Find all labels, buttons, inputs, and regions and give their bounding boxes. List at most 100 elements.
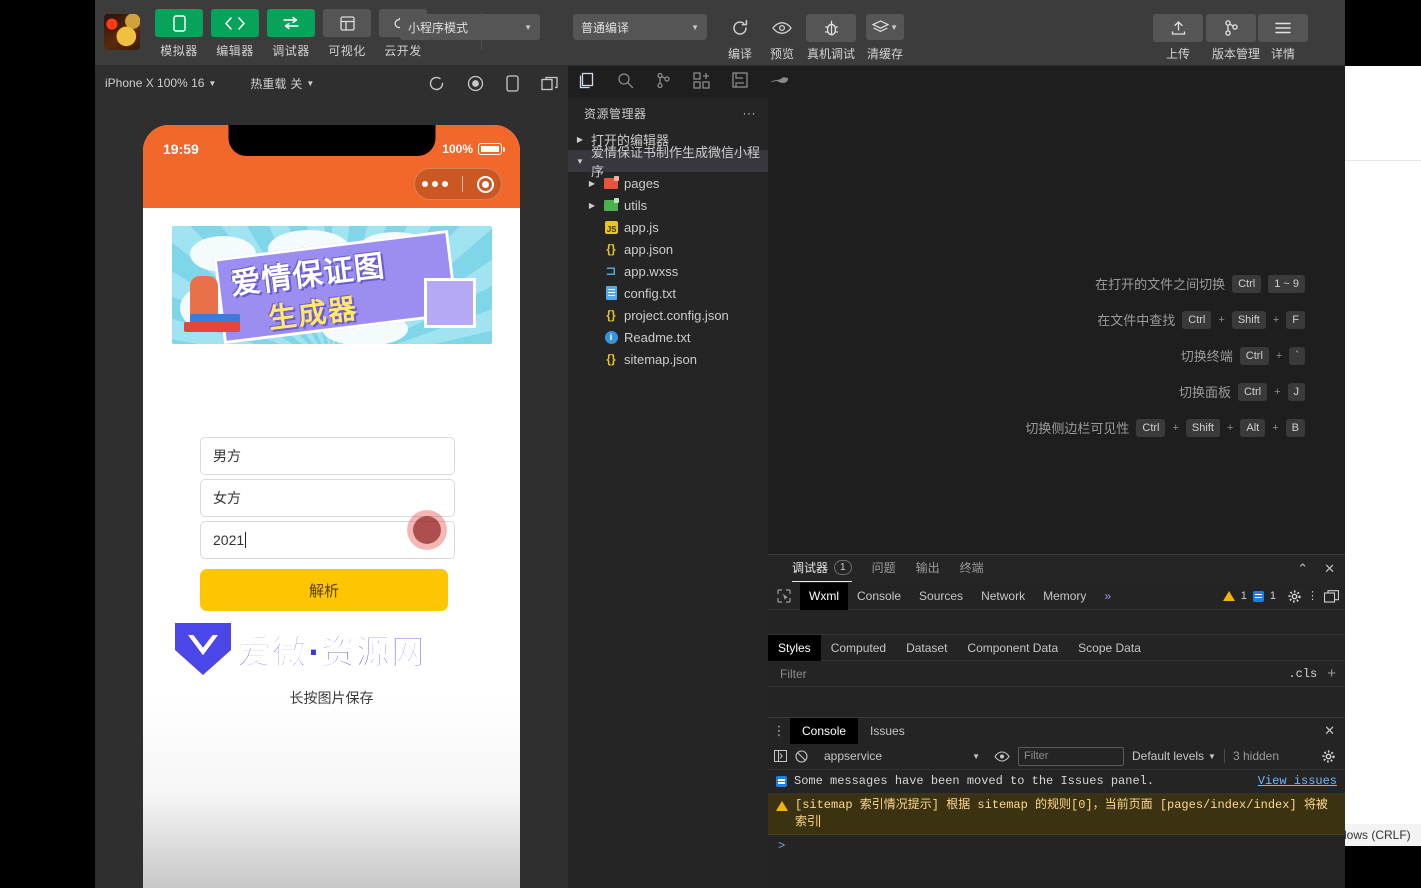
tree-item-app-wxss[interactable]: ▶ ⊐ app.wxss [568, 260, 768, 282]
devtools-tab-sources[interactable]: Sources [910, 583, 972, 610]
devtools-tab-memory[interactable]: Memory [1034, 583, 1095, 610]
console-sidebar-toggle-icon[interactable] [774, 750, 787, 762]
styles-filter-row: Filter .cls + [768, 661, 1345, 687]
inspect-element-icon[interactable] [768, 589, 800, 603]
devtools-tab-console[interactable]: Console [848, 583, 910, 610]
eye-icon [772, 22, 792, 34]
styles-filter-input[interactable]: Filter [780, 667, 807, 681]
explorer-more-icon[interactable]: ··· [743, 106, 757, 120]
hot-reload-select[interactable]: 热重载 关 ▼ [250, 75, 314, 92]
tree-item-sitemap-json[interactable]: ▶ {} sitemap.json [568, 348, 768, 370]
clear-console-icon[interactable] [795, 749, 808, 763]
detach-icon[interactable] [541, 76, 558, 91]
toolbar-label: 云开发 [384, 44, 422, 58]
battery-percent: 100% [442, 142, 473, 156]
explorer-panel: 资源管理器 ··· ▶ 打开的编辑器 ▼ 爱情保证书制作生成微信小程序 ▶ pa… [568, 98, 768, 888]
search-icon[interactable] [617, 72, 634, 89]
refresh-icon[interactable] [428, 75, 445, 92]
console-eye-icon[interactable] [994, 750, 1010, 762]
toolbar-main-buttons: 模拟器 编辑器 调试器 可视化 云开发 [155, 9, 427, 59]
extensions-icon[interactable] [693, 71, 710, 89]
info-file-icon: i [603, 329, 619, 345]
toolbar-button-simulator[interactable]: 模拟器 [155, 9, 203, 59]
wechat-capsule-buttons[interactable] [414, 168, 502, 200]
user-avatar[interactable] [104, 14, 140, 50]
parse-button[interactable]: 解析 [200, 569, 448, 611]
female-name-input[interactable]: 女方 [200, 479, 455, 517]
console-context-select[interactable]: appservice ▼ [816, 749, 986, 763]
info-icon[interactable] [1252, 590, 1264, 602]
styles-tab-scope-data[interactable]: Scope Data [1068, 635, 1151, 661]
more-menu-icon[interactable] [422, 181, 448, 187]
phone-simulator[interactable]: 19:59 100% 爱情保证图 生成器 男方 女方 2021 解析 爱微·资源… [143, 125, 520, 888]
top-toolbar: 模拟器 编辑器 调试器 可视化 云开发 小程序模式 ▼ 普通编译 ▼ 编译 预览… [95, 0, 1345, 66]
real-device-debug-button[interactable] [806, 14, 856, 42]
details-button[interactable] [1258, 14, 1308, 42]
parse-button-label: 解析 [308, 582, 339, 600]
panel-tab-debugger[interactable]: 调试器 1 [792, 559, 852, 582]
close-icon[interactable]: ✕ [1324, 561, 1335, 577]
toolbar-button-debugger[interactable]: 调试器 [267, 9, 315, 59]
upload-button[interactable] [1153, 14, 1203, 42]
dock-side-icon[interactable] [1324, 589, 1339, 603]
tree-item-app-json[interactable]: ▶ {} app.json [568, 238, 768, 260]
styles-tab-component-data[interactable]: Component Data [957, 635, 1068, 661]
gear-icon[interactable] [1322, 749, 1339, 763]
male-name-input[interactable]: 男方 [200, 437, 455, 475]
preview-button[interactable] [757, 14, 807, 42]
chevron-down-icon: ▼ [691, 22, 699, 32]
devtools-more-tabs[interactable]: » [1095, 583, 1120, 610]
tree-item-utils[interactable]: ▶ utils [568, 194, 768, 216]
toolbar-button-visualization[interactable]: 可视化 [323, 9, 371, 59]
close-miniprogram-icon[interactable] [477, 175, 494, 193]
key: Ctrl [1239, 346, 1269, 365]
more-options-icon[interactable]: ⋮ [1307, 591, 1318, 602]
drawer-tab-issues[interactable]: Issues [858, 718, 917, 744]
compile-select[interactable]: 普通编译 ▼ [573, 14, 707, 40]
console-filter-input[interactable]: Filter [1018, 746, 1124, 766]
drawer-more-icon[interactable]: ⋮ [768, 724, 790, 737]
console-prompt[interactable]: > [768, 835, 1345, 857]
toolbar-button-editor[interactable]: 编辑器 [211, 9, 259, 59]
styles-tab-styles[interactable]: Styles [768, 634, 821, 661]
tree-item-config-txt[interactable]: ▶ config.txt [568, 282, 768, 304]
simulator-panel: iPhone X 100% 16 ▼ 热重载 关 ▼ 19:59 100% 爱情… [95, 66, 568, 888]
mode-select-value: 小程序模式 [408, 20, 469, 35]
cls-button[interactable]: .cls [1288, 667, 1317, 681]
tree-item-label: utils [624, 197, 648, 213]
close-icon[interactable]: ✕ [1324, 723, 1345, 739]
add-style-rule-icon[interactable]: + [1317, 665, 1345, 682]
record-icon[interactable] [467, 75, 484, 92]
tree-item-readme-txt[interactable]: ▶ i Readme.txt [568, 326, 768, 348]
rotate-icon[interactable] [506, 74, 519, 92]
view-issues-link[interactable]: View issues [1258, 773, 1337, 790]
mode-select[interactable]: 小程序模式 ▼ [400, 14, 540, 40]
save-icon[interactable] [732, 72, 748, 88]
tree-item-project-config-json[interactable]: ▶ {} project.config.json [568, 304, 768, 326]
section-project-root[interactable]: ▼ 爱情保证书制作生成微信小程序 [568, 145, 768, 179]
source-control-icon[interactable] [656, 72, 671, 89]
device-select[interactable]: iPhone X 100% 16 ▼ [105, 76, 216, 90]
console-levels-select[interactable]: Default levels ▼ [1132, 749, 1216, 763]
styles-tab-computed[interactable]: Computed [821, 635, 896, 661]
styles-tab-dataset[interactable]: Dataset [896, 635, 957, 661]
simulator-toolbar: iPhone X 100% 16 ▼ 热重载 关 ▼ [95, 66, 568, 100]
drawer-tab-console[interactable]: Console [790, 717, 859, 744]
warning-icon[interactable] [1222, 591, 1235, 601]
shortcut-find-in-files: 在文件中查找 Ctrl + Shift + F [1097, 310, 1305, 329]
explorer-title: 资源管理器 [584, 106, 647, 121]
panel-tab-problems[interactable]: 问题 [872, 559, 896, 580]
explorer-icon[interactable] [578, 72, 595, 89]
js-icon: JS [603, 219, 619, 235]
panel-tab-output[interactable]: 输出 [916, 559, 940, 580]
devtools-tab-network[interactable]: Network [972, 583, 1034, 610]
version-control-button[interactable] [1206, 14, 1256, 42]
chevron-up-icon[interactable]: ⌃ [1297, 561, 1308, 577]
panel-tab-terminal[interactable]: 终端 [960, 559, 984, 580]
devtools-tab-wxml[interactable]: Wxml [800, 582, 848, 610]
gear-icon[interactable] [1282, 589, 1301, 603]
devtools-status: 1 1 ⋮ [1222, 589, 1345, 603]
tree-item-app-js[interactable]: ▶ JS app.js [568, 216, 768, 238]
clear-cache-button[interactable]: ▼ [866, 14, 904, 40]
preview-label: 预览 [769, 47, 794, 61]
